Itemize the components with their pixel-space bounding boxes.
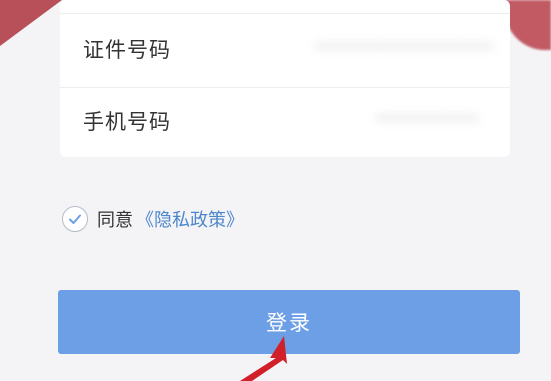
privacy-policy-link[interactable]: 《隐私政策》: [136, 206, 244, 232]
agreement-row: 同意 《隐私政策》: [62, 204, 244, 234]
phone-number-value[interactable]: •••••••••••: [375, 109, 479, 128]
phone-number-row[interactable]: 手机号码 •••••••••••: [60, 94, 510, 148]
phone-number-label: 手机号码: [83, 110, 171, 134]
divider: [60, 87, 510, 88]
check-circle-icon[interactable]: [62, 206, 88, 232]
decorative-red-corner-right: [505, 0, 551, 50]
agree-label: 同意: [97, 210, 133, 231]
form-card: 证件号码 ••••••••••••••••••• 手机号码 ••••••••••…: [60, 0, 510, 157]
id-number-row[interactable]: 证件号码 •••••••••••••••••••: [60, 22, 510, 76]
id-number-label: 证件号码: [83, 38, 171, 62]
id-number-value[interactable]: •••••••••••••••••••: [315, 37, 494, 56]
divider: [60, 13, 510, 14]
red-arrow-icon: [240, 336, 287, 381]
login-button-label: 登录: [266, 311, 312, 335]
decorative-red-corner-left: [0, 0, 62, 46]
